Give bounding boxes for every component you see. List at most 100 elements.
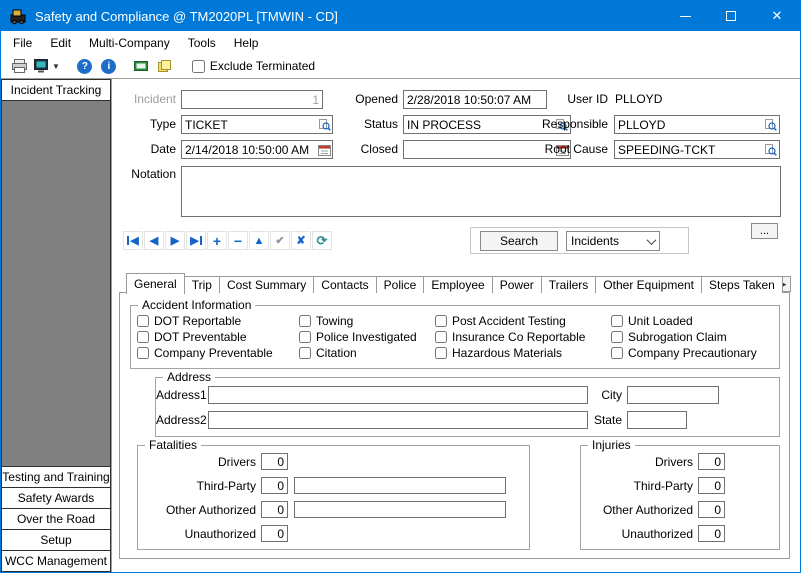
fatalities-third-party-field[interactable] <box>261 477 288 494</box>
first-record-button[interactable]: ◀ <box>123 231 143 250</box>
checkbox-post-accident-testing[interactable]: Post Accident Testing <box>435 314 585 327</box>
fatalities-other-authorized-field[interactable] <box>261 501 288 518</box>
exclude-terminated-input[interactable] <box>192 60 205 73</box>
opened-field[interactable] <box>403 90 547 109</box>
injuries-drivers-field[interactable] <box>698 453 725 470</box>
injuries-unauthorized-field[interactable] <box>698 525 725 542</box>
responsible-field[interactable] <box>615 116 763 133</box>
state-field[interactable] <box>627 411 687 429</box>
company-precautionary-input[interactable] <box>611 347 623 359</box>
checkbox-insurance-co-reportable[interactable]: Insurance Co Reportable <box>435 330 585 343</box>
checkbox-label: Post Accident Testing <box>452 314 566 328</box>
fatalities-drivers-field[interactable] <box>261 453 288 470</box>
next-record-button[interactable]: ▶ <box>165 231 185 250</box>
menu-edit[interactable]: Edit <box>41 33 80 53</box>
fatalities-other-authorized-name-field[interactable] <box>294 501 506 518</box>
company-preventable-input[interactable] <box>137 347 149 359</box>
view-dropdown-button[interactable]: ▼ <box>52 62 60 71</box>
cancel-record-button[interactable]: ✘ <box>291 231 311 250</box>
tab-police[interactable]: Police <box>376 276 425 293</box>
print-button[interactable] <box>8 56 30 76</box>
sidebar-item-safety-awards[interactable]: Safety Awards <box>1 487 111 509</box>
sidebar-item-incident-tracking[interactable]: Incident Tracking <box>1 79 111 101</box>
sidebar-item-wcc-management[interactable]: WCC Management <box>1 550 111 572</box>
checkbox-subrogation-claim[interactable]: Subrogation Claim <box>611 330 757 343</box>
close-button[interactable]: ✕ <box>754 1 800 31</box>
checkbox-company-precautionary[interactable]: Company Precautionary <box>611 346 757 359</box>
unit-loaded-input[interactable] <box>611 315 623 327</box>
post-accident-testing-input[interactable] <box>435 315 447 327</box>
maximize-button[interactable] <box>708 1 754 31</box>
info-icon: i <box>101 59 116 74</box>
exclude-terminated-checkbox[interactable]: Exclude Terminated <box>192 59 315 73</box>
dot-preventable-input[interactable] <box>137 331 149 343</box>
notes-button[interactable] <box>130 56 152 76</box>
checkbox-towing[interactable]: Towing <box>299 314 417 327</box>
injuries-drivers-label: Drivers <box>581 453 693 471</box>
previous-record-button[interactable]: ◀ <box>144 231 164 250</box>
notation-field[interactable] <box>181 166 781 217</box>
sidebar-item-testing-and-training[interactable]: Testing and Training <box>1 466 111 488</box>
checkbox-police-investigated[interactable]: Police Investigated <box>299 330 417 343</box>
root-cause-lookup-button[interactable] <box>763 141 779 158</box>
checkbox-dot-preventable[interactable]: DOT Preventable <box>137 330 273 343</box>
injuries-third-party-field[interactable] <box>698 477 725 494</box>
minimize-button[interactable] <box>662 1 708 31</box>
add-record-button[interactable]: + <box>207 231 227 250</box>
fatalities-third-party-name-field[interactable] <box>294 477 506 494</box>
menu-multi-company[interactable]: Multi-Company <box>80 33 179 53</box>
status-field[interactable] <box>404 116 554 133</box>
type-lookup-button[interactable] <box>318 116 332 133</box>
responsible-lookup-button[interactable] <box>763 116 779 133</box>
address2-field[interactable] <box>208 411 588 429</box>
tab-trip[interactable]: Trip <box>184 276 220 293</box>
more-options-button[interactable]: ... <box>751 223 778 239</box>
checkbox-citation[interactable]: Citation <box>299 346 417 359</box>
type-field[interactable] <box>182 116 318 133</box>
sidebar-item-over-the-road[interactable]: Over the Road <box>1 508 111 530</box>
citation-input[interactable] <box>299 347 311 359</box>
refresh-button[interactable]: ⟳ <box>312 231 332 250</box>
police-investigated-input[interactable] <box>299 331 311 343</box>
search-button[interactable]: Search <box>480 231 558 251</box>
date-field[interactable] <box>182 141 318 158</box>
sidebar-item-setup[interactable]: Setup <box>1 529 111 551</box>
move-up-button[interactable]: ▲ <box>249 231 269 250</box>
address1-field[interactable] <box>208 386 588 404</box>
last-record-button[interactable]: ▶ <box>186 231 206 250</box>
record-type-dropdown[interactable]: Incidents <box>566 231 660 251</box>
tab-general[interactable]: General <box>126 273 185 294</box>
dot-reportable-input[interactable] <box>137 315 149 327</box>
tab-power[interactable]: Power <box>492 276 542 293</box>
accident-information-title: Accident Information <box>138 298 255 312</box>
save-record-button[interactable]: ✔ <box>270 231 290 250</box>
tab-cost-summary[interactable]: Cost Summary <box>219 276 314 293</box>
city-field[interactable] <box>627 386 719 404</box>
subrogation-claim-input[interactable] <box>611 331 623 343</box>
root-cause-field[interactable] <box>615 141 763 158</box>
injuries-other-authorized-field[interactable] <box>698 501 725 518</box>
insurance-co-reportable-input[interactable] <box>435 331 447 343</box>
view-button[interactable] <box>32 56 50 76</box>
tab-other-equipment[interactable]: Other Equipment <box>595 276 702 293</box>
menu-help[interactable]: Help <box>225 33 268 53</box>
menu-tools[interactable]: Tools <box>179 33 225 53</box>
copy-notes-button[interactable] <box>154 56 176 76</box>
delete-record-button[interactable]: − <box>228 231 248 250</box>
tab-trailers[interactable]: Trailers <box>541 276 597 293</box>
tab-steps-taken[interactable]: Steps Taken <box>701 276 783 293</box>
info-button[interactable]: i <box>98 56 120 76</box>
tab-employee[interactable]: Employee <box>423 276 492 293</box>
checkbox-unit-loaded[interactable]: Unit Loaded <box>611 314 757 327</box>
fatalities-unauthorized-field[interactable] <box>261 525 288 542</box>
checkbox-dot-reportable[interactable]: DOT Reportable <box>137 314 273 327</box>
checkbox-company-preventable[interactable]: Company Preventable <box>137 346 273 359</box>
checkbox-hazardous-materials[interactable]: Hazardous Materials <box>435 346 585 359</box>
closed-field[interactable] <box>404 141 554 158</box>
help-button[interactable]: ? <box>74 56 96 76</box>
hazardous-materials-input[interactable] <box>435 347 447 359</box>
tab-contacts[interactable]: Contacts <box>313 276 376 293</box>
date-calendar-button[interactable] <box>318 141 332 158</box>
towing-input[interactable] <box>299 315 311 327</box>
menu-file[interactable]: File <box>4 33 41 53</box>
